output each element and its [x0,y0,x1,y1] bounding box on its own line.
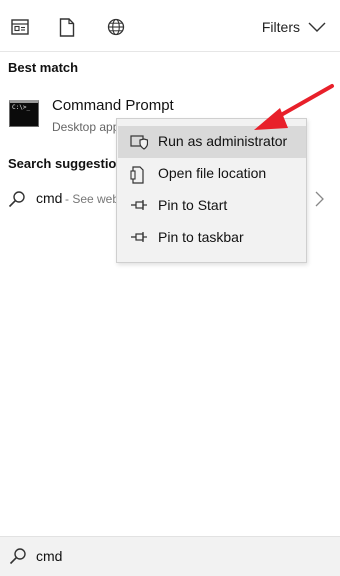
menu-item-label: Pin to taskbar [158,229,244,245]
search-input[interactable]: cmd [36,548,62,564]
suggestion-hint: - See web results [65,192,117,206]
search-bar[interactable]: cmd [0,536,340,576]
filters-button[interactable]: Filters [262,16,326,38]
chevron-down-icon [308,19,326,35]
menu-item-open-file-location[interactable]: Open file location [118,158,306,190]
best-match-heading: Best match [8,60,79,75]
menu-item-pin-to-start[interactable]: Pin to Start [118,190,306,222]
search-icon [9,547,27,570]
apps-icon[interactable] [9,16,31,38]
shield-icon [130,134,149,150]
web-globe-icon[interactable] [105,16,127,38]
menu-item-pin-to-taskbar[interactable]: Pin to taskbar [118,222,306,254]
search-icon [8,190,26,213]
pin-icon [130,198,147,214]
menu-item-label: Open file location [158,165,267,181]
suggestion-query: cmd [36,190,63,206]
pin-icon [130,230,147,246]
document-icon[interactable] [56,16,78,38]
file-location-icon [130,166,146,184]
best-match-title: Command Prompt [52,97,174,114]
command-prompt-icon-text: C:\>_ [12,104,31,111]
top-bar: Filters [0,0,340,52]
menu-item-label: Pin to Start [158,197,228,213]
filters-label: Filters [261,19,300,35]
search-suggestions-heading: Search suggestions [8,156,116,171]
chevron-right-icon[interactable] [315,191,324,212]
annotation-arrow-icon [250,82,336,143]
best-match-subtitle: Desktop app [52,120,116,134]
command-prompt-icon: C:\>_ [9,100,39,127]
